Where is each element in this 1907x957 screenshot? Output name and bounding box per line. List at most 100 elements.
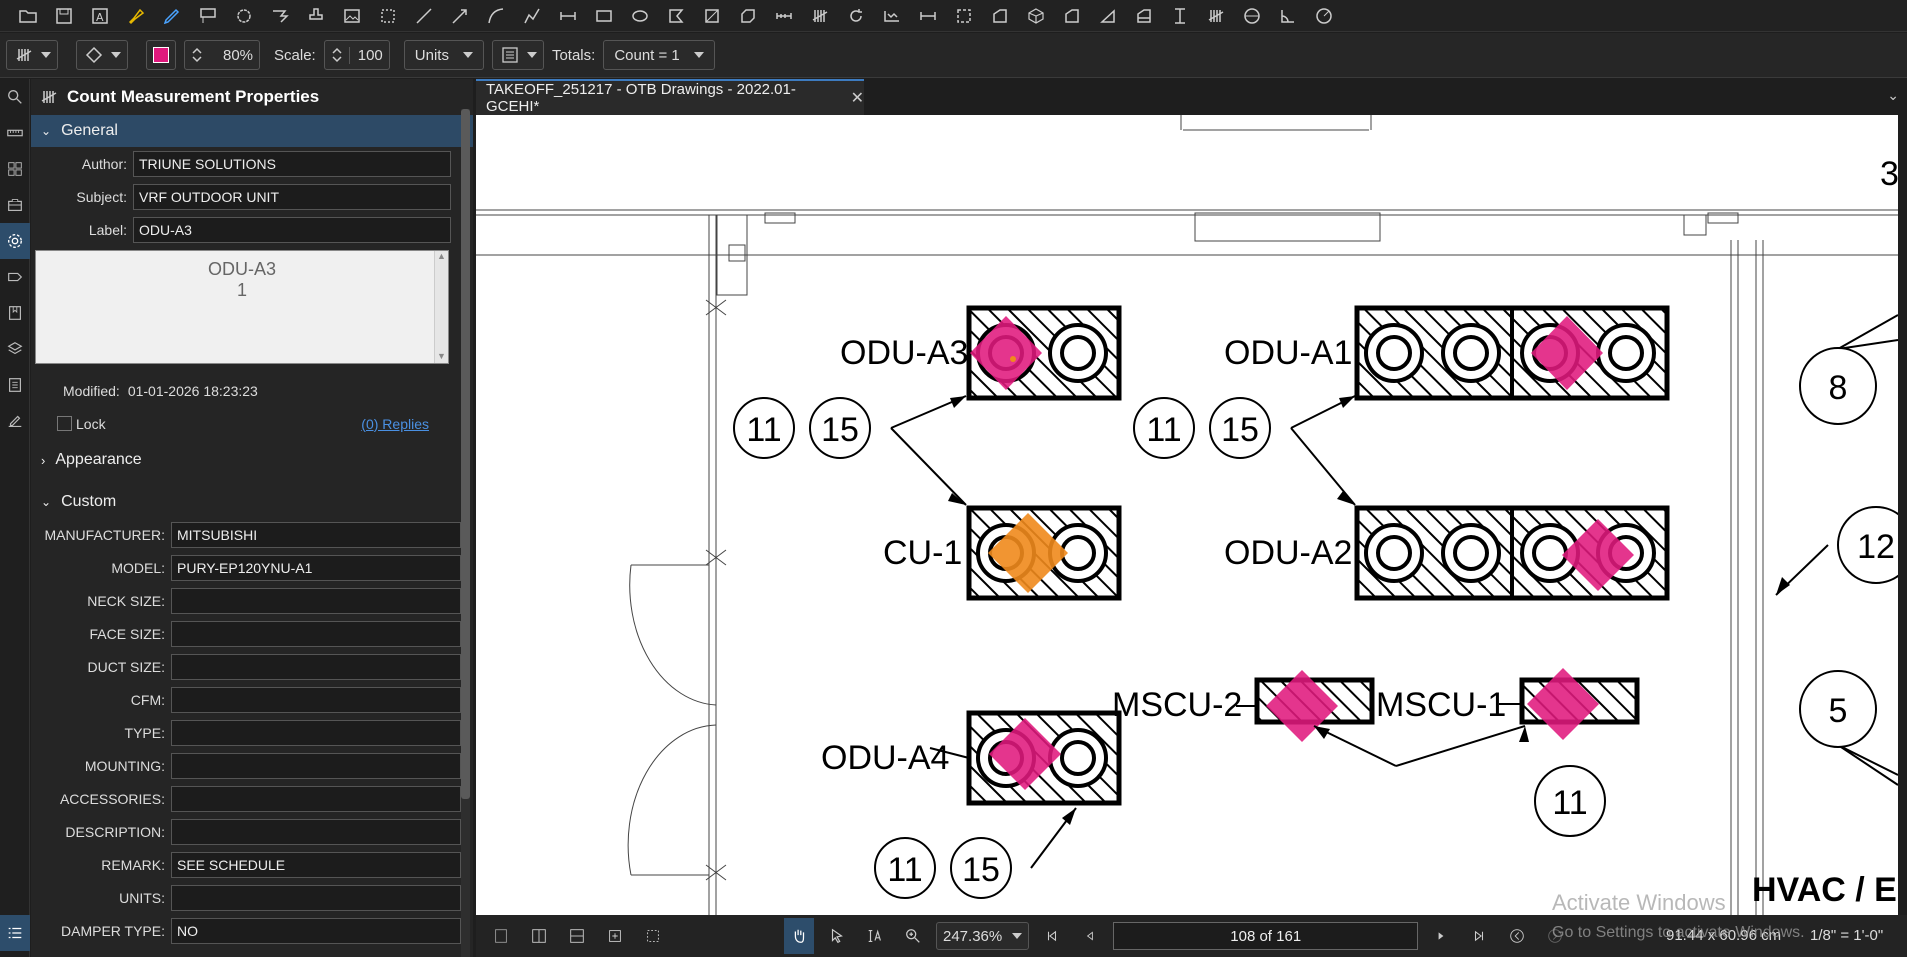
chevron-down-icon[interactable]: ⌄ — [1887, 87, 1899, 104]
forms-icon[interactable] — [0, 367, 30, 403]
custom-field-input[interactable] — [171, 653, 461, 680]
custom-section-header[interactable]: ⌄ Custom — [31, 486, 473, 518]
text-format-dropdown[interactable] — [491, 40, 544, 70]
replies-link[interactable]: (0) Replies — [361, 416, 429, 432]
back-view-icon[interactable] — [1502, 918, 1532, 954]
arc-icon[interactable] — [478, 2, 514, 30]
area-icon[interactable] — [694, 2, 730, 30]
open-folder-icon[interactable] — [10, 2, 46, 30]
custom-field-input[interactable]: MITSUBISHI — [171, 521, 461, 548]
polygon-icon[interactable] — [658, 2, 694, 30]
canvas-scrollbar[interactable] — [1898, 115, 1907, 915]
cu-1-unit[interactable] — [966, 505, 1122, 601]
first-page-icon[interactable] — [1037, 918, 1067, 954]
custom-field-input[interactable] — [171, 818, 461, 845]
panel-scrollbar-thumb[interactable] — [461, 109, 470, 799]
single-page-icon[interactable] — [486, 918, 516, 954]
height-icon[interactable] — [1162, 2, 1198, 30]
cube-icon[interactable] — [1018, 2, 1054, 30]
drawing-canvas[interactable]: 11 15 11 15 11 11 15 8 12 5 ODU-A3 ODU-A… — [476, 115, 1898, 915]
signature-icon[interactable] — [0, 403, 30, 439]
odu-a2-unit[interactable] — [1354, 505, 1670, 601]
tag-icon[interactable] — [0, 259, 30, 295]
custom-field-input[interactable]: NO — [171, 917, 461, 944]
sync-icon[interactable] — [600, 918, 630, 954]
bookmarks-icon[interactable] — [0, 295, 30, 331]
sketch-icon[interactable] — [262, 2, 298, 30]
appearance-section-header[interactable]: › Appearance — [31, 444, 473, 476]
tally-icon[interactable] — [1198, 2, 1234, 30]
thumbnails-icon[interactable] — [0, 151, 30, 187]
custom-field-input[interactable] — [171, 719, 461, 746]
text-box-icon[interactable]: A — [82, 2, 118, 30]
rotate-icon[interactable] — [838, 2, 874, 30]
cutout-icon[interactable] — [982, 2, 1018, 30]
ellipse-icon[interactable] — [622, 2, 658, 30]
custom-field-input[interactable] — [171, 884, 461, 911]
volume-icon[interactable] — [730, 2, 766, 30]
stamp-icon[interactable] — [298, 2, 334, 30]
custom-field-input[interactable] — [171, 686, 461, 713]
custom-field-input[interactable]: SEE SCHEDULE — [171, 851, 461, 878]
comment-preview[interactable]: ODU-A3 1 ▲ ▼ — [35, 250, 449, 364]
perimeter-icon[interactable] — [910, 2, 946, 30]
mscu-2-unit[interactable] — [1254, 670, 1375, 742]
author-field[interactable]: TRIUNE SOLUTIONS — [133, 150, 451, 177]
zoom-icon[interactable] — [898, 918, 928, 954]
line-icon[interactable] — [406, 2, 442, 30]
odu-a3-unit[interactable] — [966, 305, 1122, 401]
label-field[interactable]: ODU-A3 — [133, 216, 451, 243]
wall-icon[interactable] — [1126, 2, 1162, 30]
callout-icon[interactable] — [190, 2, 226, 30]
document-tab[interactable]: TAKEOFF_251217 - OTB Drawings - 2022.01-… — [476, 79, 864, 115]
odu-a1-unit[interactable] — [1354, 305, 1670, 401]
pen-icon[interactable] — [154, 2, 190, 30]
layers-icon[interactable] — [0, 331, 30, 367]
scale-stepper[interactable]: 100 — [323, 40, 390, 70]
highlighter-icon[interactable] — [118, 2, 154, 30]
split-horizontal-icon[interactable] — [562, 918, 592, 954]
lock-checkbox[interactable] — [57, 416, 72, 431]
previous-page-icon[interactable] — [1075, 918, 1105, 954]
snapshot-icon[interactable] — [370, 2, 406, 30]
color-button[interactable] — [146, 40, 176, 70]
area-measure-icon[interactable] — [946, 2, 982, 30]
image-icon[interactable] — [334, 2, 370, 30]
length-icon[interactable] — [766, 2, 802, 30]
rectangle-icon[interactable] — [586, 2, 622, 30]
select-text-icon[interactable] — [860, 918, 890, 954]
pitch-icon[interactable] — [1090, 2, 1126, 30]
diameter-icon[interactable] — [1234, 2, 1270, 30]
symbol-dropdown[interactable] — [76, 40, 128, 70]
close-icon[interactable]: ✕ — [851, 88, 864, 108]
dimension-icon[interactable] — [550, 2, 586, 30]
radius-icon[interactable] — [1306, 2, 1342, 30]
arrow-icon[interactable] — [442, 2, 478, 30]
preview-scrollbar[interactable]: ▲ ▼ — [434, 251, 448, 363]
save-icon[interactable] — [46, 2, 82, 30]
toolchest-icon[interactable] — [0, 187, 30, 223]
custom-field-input[interactable] — [171, 587, 461, 614]
polyline-icon[interactable] — [514, 2, 550, 30]
subject-field[interactable]: VRF OUTDOOR UNIT — [133, 183, 451, 210]
units-dropdown[interactable]: Units — [403, 40, 484, 70]
custom-field-input[interactable] — [171, 785, 461, 812]
search-icon[interactable] — [0, 79, 30, 115]
split-vertical-icon[interactable] — [524, 918, 554, 954]
count-icon[interactable] — [802, 2, 838, 30]
snapshot-compare-icon[interactable] — [638, 918, 668, 954]
mscu-1-unit[interactable] — [1519, 668, 1640, 740]
surface-icon[interactable] — [1054, 2, 1090, 30]
last-page-icon[interactable] — [1464, 918, 1494, 954]
polylength-icon[interactable] — [874, 2, 910, 30]
page-number-field[interactable]: 108 of 161 — [1113, 922, 1419, 950]
opacity-stepper[interactable]: 80% — [184, 40, 261, 70]
ruler-icon[interactable] — [0, 115, 30, 151]
general-section-header[interactable]: ⌄ General — [31, 115, 473, 147]
zoom-dropdown[interactable]: 247.36% — [936, 922, 1030, 950]
custom-field-input[interactable]: PURY-EP120YNU-A1 — [171, 554, 461, 581]
pan-hand-icon[interactable] — [784, 918, 814, 954]
properties-gear-icon[interactable] — [0, 223, 30, 259]
odu-a4-unit[interactable] — [966, 710, 1122, 806]
custom-field-input[interactable] — [171, 752, 461, 779]
